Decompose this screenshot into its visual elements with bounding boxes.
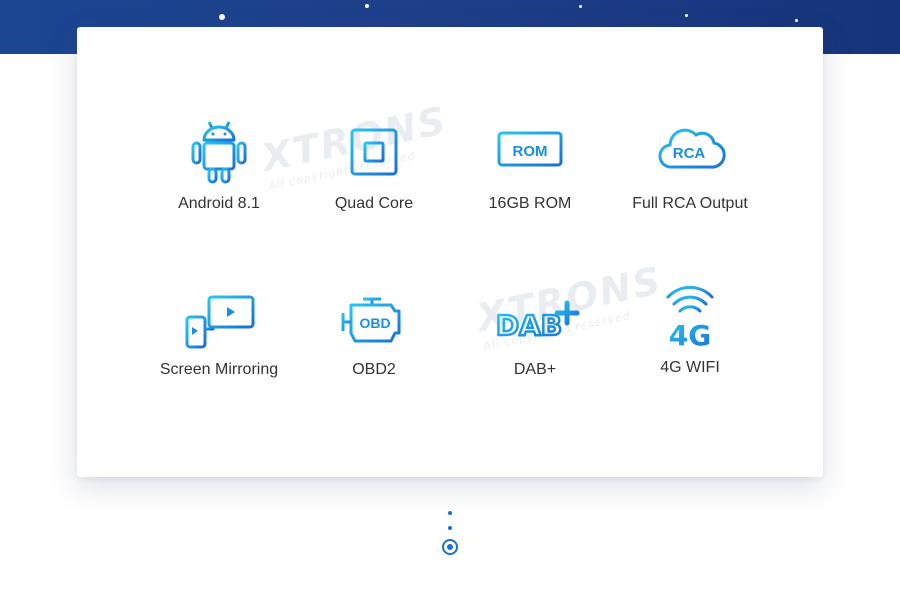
obd-engine-icon: OBD — [341, 297, 401, 343]
star — [685, 14, 688, 17]
dab-icon-text: DAB — [496, 309, 562, 342]
feature-label: OBD2 — [352, 361, 396, 378]
4g-icon-text: 4G — [669, 319, 711, 351]
feature-label: DAB+ — [513, 361, 557, 378]
feature-label: 4G WIFI — [660, 359, 720, 376]
rom-icon-text: ROM — [513, 143, 548, 160]
star — [795, 19, 798, 22]
screen-mirroring-icon — [185, 295, 255, 349]
android-icon — [191, 121, 247, 184]
feature-4g-wifi: 4G 4G WIFI — [610, 281, 770, 377]
feature-quad-core: Quad Core — [294, 119, 454, 213]
feature-label: Android 8.1 — [178, 195, 260, 212]
feature-label: Quad Core — [334, 195, 414, 212]
page-dot[interactable] — [448, 526, 452, 530]
feature-label: 16GB ROM — [488, 195, 572, 212]
feature-android: Android 8.1 — [139, 119, 299, 213]
rca-cloud-icon: RCA — [658, 128, 726, 169]
feature-obd2: OBD OBD2 — [294, 289, 454, 379]
dab-plus-icon: DAB — [495, 300, 580, 343]
feature-label: Full RCA Output — [632, 195, 748, 212]
feature-dab: DAB DAB+ — [455, 289, 615, 379]
cpu-chip-icon — [341, 119, 407, 185]
feature-label: Screen Mirroring — [159, 361, 279, 378]
page-indicator — [441, 508, 459, 558]
feature-rca: RCA Full RCA Output — [610, 119, 770, 213]
star — [219, 14, 225, 20]
star — [579, 5, 582, 8]
feature-screen-mirroring: Screen Mirroring — [139, 289, 299, 379]
rca-icon-text: RCA — [673, 145, 706, 162]
wifi-4g-icon: 4G — [666, 285, 714, 351]
feature-rom: ROM 16GB ROM — [450, 119, 610, 213]
rom-memory-icon: ROM — [497, 123, 563, 175]
page-dot[interactable] — [448, 511, 452, 515]
page-dot-active[interactable] — [442, 539, 458, 555]
obd-icon-text: OBD — [359, 315, 390, 331]
star — [365, 4, 369, 8]
features-card: XTRONS All copyrights reserved XTRONS Al… — [77, 27, 823, 477]
